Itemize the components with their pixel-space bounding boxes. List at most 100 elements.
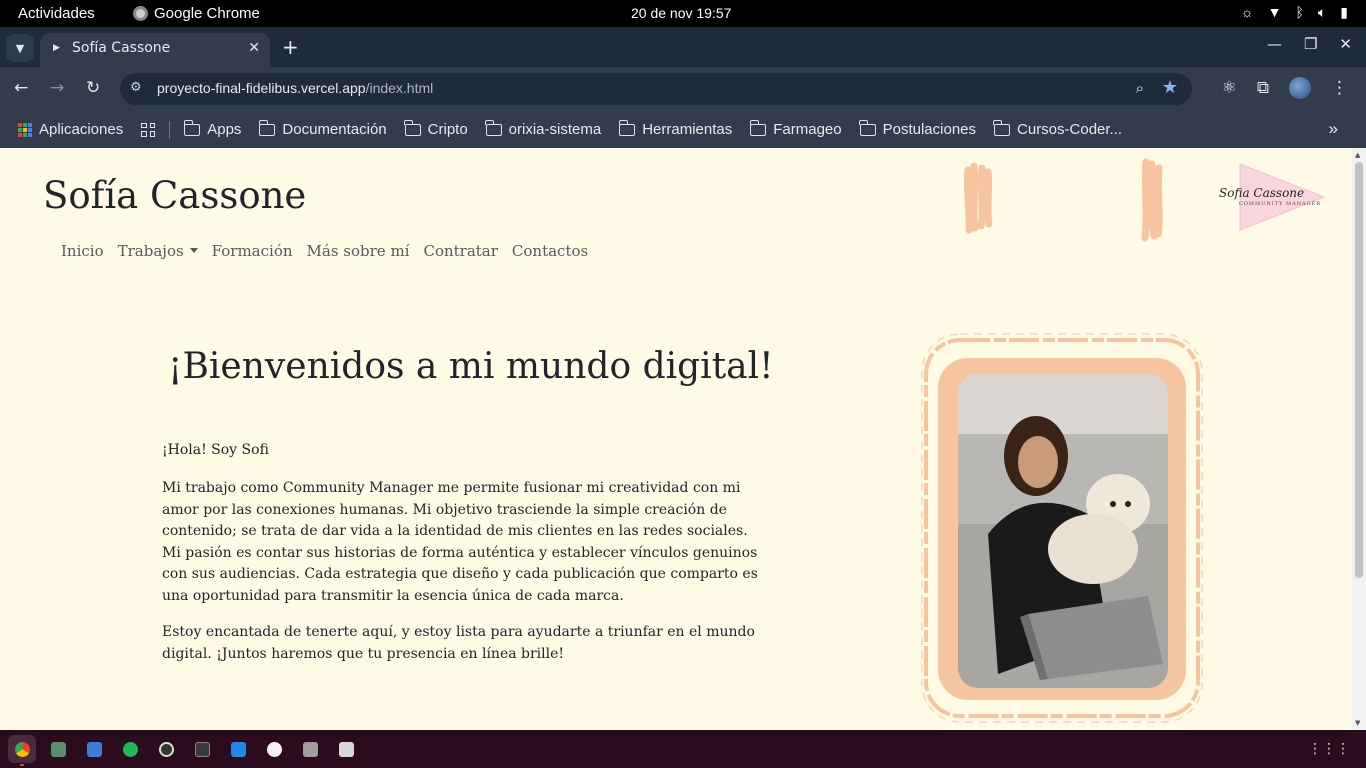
hero-title: ¡Bienvenidos a mi mundo digital! <box>168 346 774 387</box>
closing-paragraph: Estoy encantada de tenerte aquí, y estoy… <box>162 624 755 662</box>
new-tab-button[interactable]: + <box>282 35 299 59</box>
chrome-icon <box>133 6 148 21</box>
bookmark-folder[interactable]: Farmageo <box>749 119 842 138</box>
clock[interactable]: 20 de nov 19:57 <box>631 5 731 21</box>
url-path: /index.html <box>365 80 434 96</box>
battery-icon: ▮ <box>1340 4 1348 20</box>
react-devtools-icon[interactable]: ⚛ <box>1222 78 1237 98</box>
close-window-button[interactable]: ✕ <box>1339 35 1352 53</box>
bluetooth-icon: ᛒ <box>1295 4 1304 20</box>
nav-inicio[interactable]: Inicio <box>61 242 104 260</box>
menu-icon[interactable]: ⋮ <box>1331 78 1348 98</box>
page-scrollbar[interactable]: ▲ ▼ <box>1352 148 1366 730</box>
profile-avatar[interactable] <box>1289 77 1311 99</box>
activities-button[interactable]: Actividades <box>18 5 95 22</box>
hs-app-icon <box>158 741 174 757</box>
scroll-down-icon[interactable]: ▼ <box>1355 719 1360 727</box>
text-editor-icon <box>86 741 102 757</box>
leaf-app-icon <box>266 741 282 757</box>
nav-formacion[interactable]: Formación <box>212 242 293 260</box>
zoom-icon[interactable]: ⌕ <box>1136 79 1144 97</box>
tab-active[interactable]: ▶ Sofía Cassone ✕ <box>40 33 270 67</box>
system-tray[interactable]: ☼ ▼ ᛒ 🔈︎ ▮ <box>1241 4 1348 21</box>
bookmark-folder[interactable]: orixia-sistema <box>485 119 602 138</box>
bookmark-folder-label: Herramientas <box>642 121 733 138</box>
window-controls: — ❐ ✕ <box>1267 35 1352 53</box>
folder-icon <box>859 119 876 136</box>
bookmark-folder[interactable]: Herramientas <box>618 119 733 138</box>
dock-files[interactable] <box>44 735 72 763</box>
decorative-brush-strokes <box>963 158 1163 242</box>
url-host: proyecto-final-fidelibus.vercel.app <box>157 80 366 96</box>
toolbar-actions: ⚛ ⧉ ⋮ <box>1222 77 1348 99</box>
bookmark-folder[interactable]: Cripto <box>404 119 468 138</box>
minimize-button[interactable]: — <box>1267 35 1282 53</box>
url-text[interactable]: proyecto-final-fidelibus.vercel.app/inde… <box>157 80 433 96</box>
reload-button[interactable]: ↻ <box>86 78 100 98</box>
bookmark-separator <box>169 120 171 139</box>
dock-terminal[interactable] <box>188 735 216 763</box>
nav-contratar[interactable]: Contratar <box>423 242 497 260</box>
back-button[interactable]: ← <box>14 78 28 98</box>
bookmark-folder-label: Documentación <box>282 121 387 138</box>
nav-trabajos-label: Trabajos <box>117 242 184 260</box>
trash-icon <box>338 741 354 757</box>
dock-vscode[interactable] <box>224 735 252 763</box>
nav-trabajos-dropdown[interactable]: Trabajos <box>118 242 198 260</box>
bookmark-folder-label: Cursos-Coder... <box>1017 121 1123 138</box>
logo-subtitle: COMMUNITY MANAGER <box>1239 201 1322 207</box>
grid-view-icon[interactable] <box>141 122 156 137</box>
bookmark-folder[interactable]: Postulaciones <box>859 119 976 138</box>
site-settings-icon[interactable]: ⚙ <box>130 80 142 95</box>
more-bookmarks-chevron-icon[interactable]: » <box>1329 119 1338 139</box>
app-menu[interactable]: Google Chrome <box>133 5 260 22</box>
close-tab-icon[interactable]: ✕ <box>248 40 260 56</box>
tab-strip: ▼ ▶ Sofía Cassone ✕ + — ❐ ✕ <box>0 27 1366 67</box>
running-indicator <box>20 764 24 766</box>
bookmark-folder[interactable]: Documentación <box>258 119 387 138</box>
profile-photo <box>958 374 1168 688</box>
address-bar[interactable]: ⚙ proyecto-final-fidelibus.vercel.app/in… <box>120 73 1192 105</box>
drive-icon <box>302 741 318 757</box>
site-nav: Inicio Trabajos Formación Más sobre mí C… <box>61 242 588 260</box>
folder-icon <box>993 119 1011 136</box>
maximize-button[interactable]: ❐ <box>1304 35 1317 53</box>
folder-icon <box>618 119 636 136</box>
bookmark-folder-label: Apps <box>207 121 242 138</box>
nav-contactos[interactable]: Contactos <box>512 242 588 260</box>
chrome-icon <box>14 741 30 757</box>
bookmark-folder-label: orixia-sistema <box>508 121 602 138</box>
show-applications-icon[interactable]: ⋮⋮⋮ <box>1308 741 1350 757</box>
bookmark-folder[interactable]: Cursos-Coder... <box>993 119 1123 138</box>
dock-app-hs[interactable] <box>152 735 180 763</box>
logo-text: Sofia Cassone <box>1219 186 1305 200</box>
dock-spotify[interactable] <box>116 735 144 763</box>
scroll-up-icon[interactable]: ▲ <box>1355 151 1360 159</box>
dock-drive[interactable] <box>296 735 324 763</box>
dock-chrome[interactable] <box>8 735 36 766</box>
photo-illustration <box>958 374 1168 688</box>
tab-search-button[interactable]: ▼ <box>6 34 34 62</box>
nav-mas-sobre-mi[interactable]: Más sobre mí <box>307 242 410 260</box>
system-top-bar: Actividades Google Chrome 20 de nov 19:5… <box>0 0 1366 27</box>
bookmark-star-icon[interactable]: ★ <box>1162 77 1178 98</box>
apps-grid-icon <box>18 122 32 137</box>
wifi-icon: ▼ <box>1267 4 1282 20</box>
folder-icon <box>485 119 502 136</box>
bookmark-folder-label: Cripto <box>427 121 468 138</box>
dock-app-leaf[interactable] <box>260 735 288 763</box>
folder-icon <box>183 119 201 136</box>
bookmark-label: Aplicaciones <box>39 121 124 138</box>
site-brand[interactable]: Sofía Cassone <box>43 174 306 217</box>
vscode-icon <box>230 741 246 757</box>
dock-text-editor[interactable] <box>80 735 108 763</box>
dock-trash[interactable] <box>332 735 360 763</box>
browser-toolbar: ← → ↻ ⚙ proyecto-final-fidelibus.vercel.… <box>0 67 1366 111</box>
bookmark-folder[interactable]: Apps <box>183 119 242 138</box>
bookmark-aplicaciones[interactable]: Aplicaciones <box>18 121 123 138</box>
intro-paragraph: Mi trabajo como Community Manager me per… <box>162 480 758 604</box>
scrollbar-thumb[interactable] <box>1355 162 1363 578</box>
extensions-icon[interactable]: ⧉ <box>1257 78 1269 98</box>
folder-icon <box>749 119 767 136</box>
forward-button[interactable]: → <box>50 78 64 98</box>
